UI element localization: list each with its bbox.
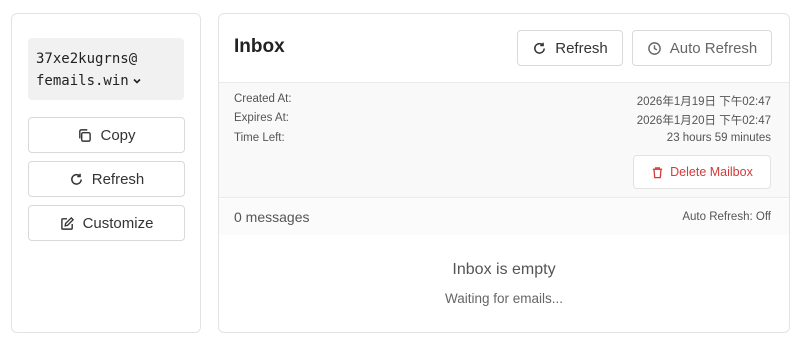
refresh-icon bbox=[70, 173, 82, 185]
auto-refresh-status: Auto Refresh: Off bbox=[682, 211, 771, 223]
email-local-part: 37xe2kugrns@ bbox=[36, 51, 138, 67]
inbox-panel: Inbox Refresh Auto Refresh Created At: 2… bbox=[218, 13, 790, 333]
copy-button[interactable]: Copy bbox=[28, 117, 185, 153]
refresh-icon bbox=[534, 42, 546, 54]
expires-at-row: Expires At: 2026年1月20日 下午02:47 bbox=[234, 112, 771, 128]
mailbox-info: Created At: 2026年1月19日 下午02:47 Expires A… bbox=[219, 82, 789, 198]
expires-at-label: Expires At: bbox=[234, 112, 289, 124]
time-left-value: 23 hours 59 minutes bbox=[666, 132, 771, 144]
refresh-button[interactable]: Refresh bbox=[28, 161, 185, 197]
expires-at-value: 2026年1月20日 下午02:47 bbox=[636, 115, 771, 127]
time-left-label: Time Left: bbox=[234, 132, 285, 144]
email-address-selector[interactable]: 37xe2kugrns@ femails.win bbox=[28, 38, 184, 100]
customize-button[interactable]: Customize bbox=[28, 205, 185, 241]
auto-refresh-button[interactable]: Auto Refresh bbox=[632, 30, 772, 66]
delete-mailbox-button[interactable]: Delete Mailbox bbox=[633, 155, 771, 189]
message-count: 0 messages bbox=[234, 209, 310, 225]
copy-button-label: Copy bbox=[100, 126, 136, 144]
email-domain: femails.win bbox=[36, 73, 129, 89]
auto-refresh-label: Auto Refresh bbox=[669, 39, 758, 57]
refresh-button-label: Refresh bbox=[91, 170, 145, 188]
created-at-value: 2026年1月19日 下午02:47 bbox=[636, 96, 771, 108]
chevron-down-icon[interactable] bbox=[132, 76, 142, 86]
inbox-refresh-label: Refresh bbox=[555, 39, 608, 57]
created-at-label: Created At: bbox=[234, 93, 292, 105]
inbox-refresh-button[interactable]: Refresh bbox=[517, 30, 623, 66]
time-left-row: Time Left: 23 hours 59 minutes bbox=[234, 132, 771, 144]
clock-icon bbox=[647, 41, 661, 55]
copy-icon bbox=[79, 128, 92, 142]
message-status-bar: 0 messages Auto Refresh: Off bbox=[219, 199, 789, 235]
delete-mailbox-label: Delete Mailbox bbox=[670, 165, 753, 179]
edit-icon bbox=[60, 216, 74, 230]
trash-icon bbox=[653, 166, 663, 178]
empty-inbox-subtitle: Waiting for emails... bbox=[444, 291, 564, 306]
inbox-title: Inbox bbox=[234, 36, 285, 57]
mailbox-sidebar: 37xe2kugrns@ femails.win Copy Refresh Cu… bbox=[11, 13, 201, 333]
created-at-row: Created At: 2026年1月19日 下午02:47 bbox=[234, 93, 771, 109]
customize-button-label: Customize bbox=[82, 214, 154, 232]
empty-inbox-title: Inbox is empty bbox=[452, 261, 556, 278]
